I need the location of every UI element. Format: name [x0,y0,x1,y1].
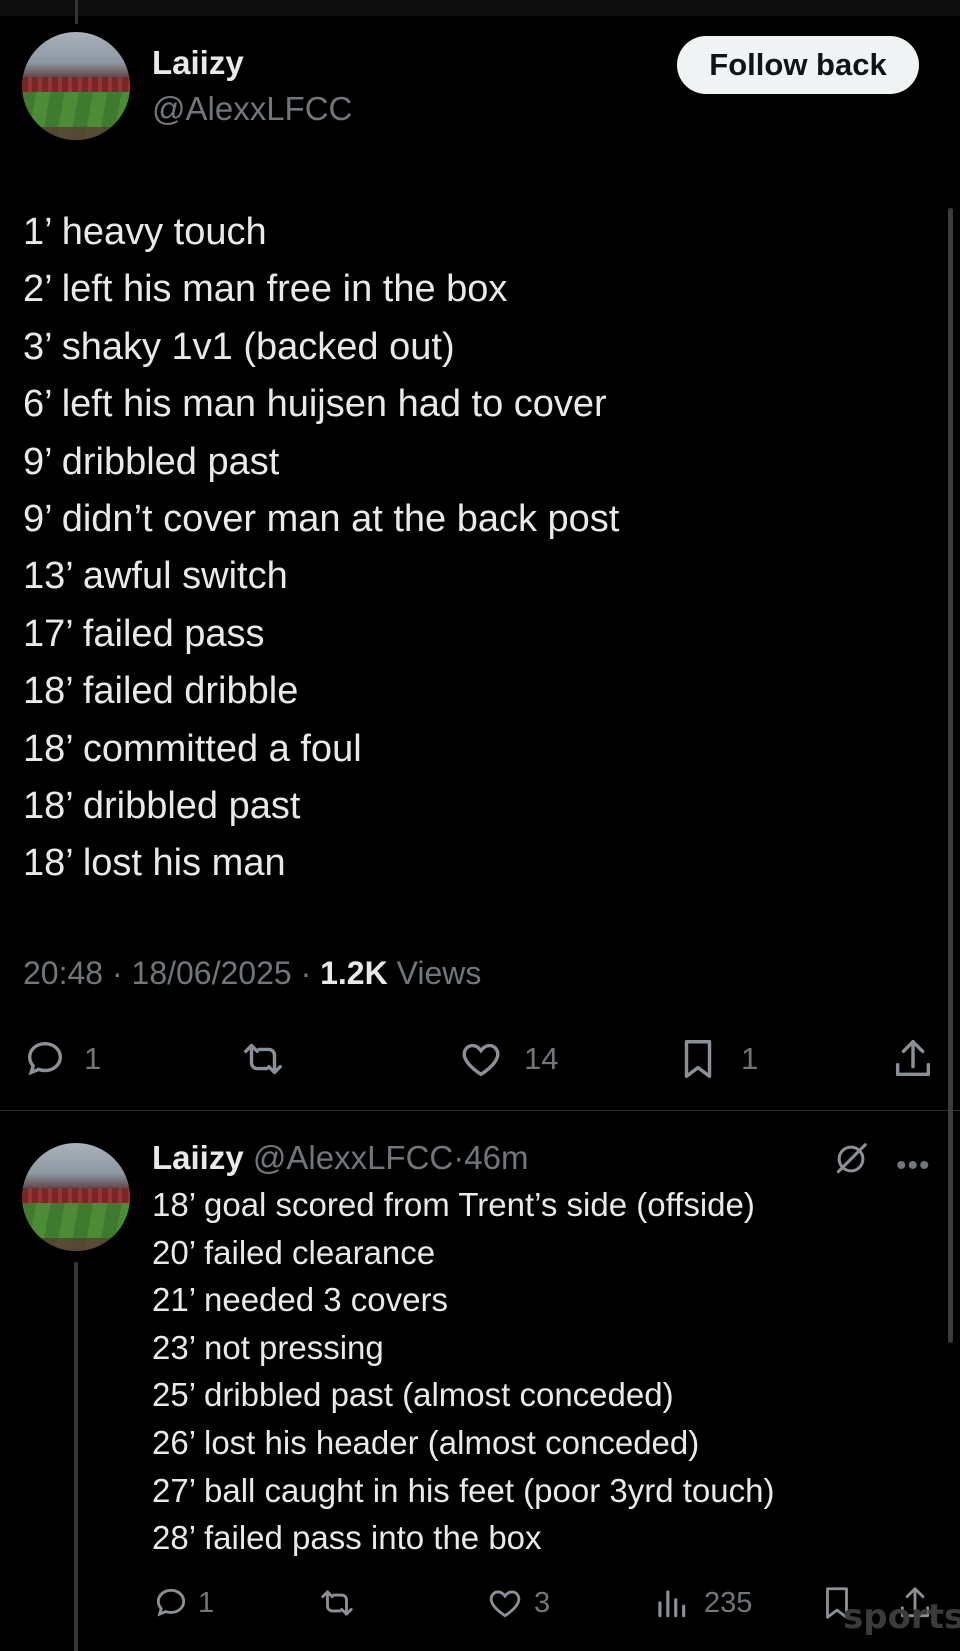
tweet-time[interactable]: 20:48 [23,955,103,991]
reply-icon [156,1588,186,1617]
retweet-icon [244,1043,282,1075]
scrollbar[interactable] [948,208,953,1343]
reply-like-button[interactable]: 3 [486,1584,550,1622]
tweet-line: 18’ dribbled past [23,785,301,828]
author-avatar[interactable] [22,32,130,140]
share-button[interactable] [890,1036,936,1082]
meta-separator: · [300,955,312,991]
tweet-line: 9’ dribbled past [23,440,280,483]
tweet-line: 17’ failed pass [23,612,265,655]
reply-line: 20’ failed clearance [152,1233,436,1271]
reply-retweet-button[interactable] [318,1584,356,1622]
thread-line [74,1262,78,1651]
thread-line-top [75,0,78,24]
like-count: 14 [524,1041,559,1076]
bookmark-button[interactable]: 1 [675,1036,758,1082]
reply-author-handle[interactable]: @AlexxLFCC [253,1139,453,1176]
tweet-line: 13’ awful switch [23,555,288,598]
share-icon [895,1040,931,1077]
tweet-date[interactable]: 18/06/2025 [132,955,292,991]
tweet-line: 1’ heavy touch [23,211,267,253]
retweet-button[interactable] [240,1036,286,1082]
reply-reply-count: 1 [198,1586,215,1619]
reply-line: 18’ goal scored from Trent’s side (offsi… [152,1186,755,1223]
reply-line: 23’ not pressing [152,1328,384,1366]
bookmark-count: 1 [741,1041,759,1076]
tweet-line: 18’ failed dribble [23,670,299,713]
views-icon [658,1590,686,1618]
like-button[interactable]: 14 [458,1036,558,1082]
author-handle[interactable]: @AlexxLFCC [152,90,352,128]
tweet-line: 9’ didn’t cover man at the back post [23,498,620,541]
tweet-line: 2’ left his man free in the box [23,268,508,311]
reply-like-count: 3 [534,1586,551,1619]
tweet-meta: 20:48 · 18/06/2025 · 1.2K Views [23,955,481,992]
like-icon [489,1590,521,1618]
meta-separator: · [111,955,123,991]
reply-button[interactable]: 1 [22,1036,101,1082]
follow-back-button[interactable]: Follow back [677,36,919,94]
reply-line: 27’ ball caught in his feet (poor 3yrd t… [152,1471,775,1509]
watermark: sports [843,1597,960,1637]
tweet-text: 1’ heavy touch 2’ left his man free in t… [23,204,923,893]
retweet-icon [321,1590,353,1616]
top-edge [0,0,960,16]
more-icon[interactable]: ••• [896,1149,931,1183]
reply-line: 28’ failed pass into the box [152,1519,542,1557]
tweet-line: 3’ shaky 1v1 (backed out) [23,325,455,368]
tweet-line: 18’ committed a foul [23,727,362,770]
tweet-line: 18’ lost his man [23,842,286,885]
reply-age[interactable]: 46m [464,1139,528,1176]
reply-author-avatar[interactable] [22,1143,130,1251]
reply-icon [27,1041,63,1076]
reply-header: Laiizy @AlexxLFCC·46m [152,1139,528,1177]
author-name[interactable]: Laiizy [152,44,244,82]
reply-reply-button[interactable]: 1 [152,1584,214,1622]
divider [0,1110,960,1111]
reply-line: 26’ lost his header (almost conceded) [152,1423,700,1461]
reply-author-name[interactable]: Laiizy [152,1139,244,1176]
tweet-line: 6’ left his man huijsen had to cover [23,383,607,426]
views-count: 1.2K [320,955,388,991]
like-icon [462,1043,500,1077]
views-label: Views [396,955,482,991]
reply-line: 25’ dribbled past (almost conceded) [152,1376,674,1414]
reply-separator: · [453,1139,465,1176]
grok-icon[interactable] [832,1140,870,1178]
reply-views-button[interactable]: 235 [652,1584,752,1622]
reply-count: 1 [84,1041,102,1076]
reply-text: 18’ goal scored from Trent’s side (offsi… [152,1181,774,1562]
reply-line: 21’ needed 3 covers [152,1281,448,1319]
bookmark-icon [684,1040,712,1078]
reply-views-count: 235 [704,1586,753,1619]
